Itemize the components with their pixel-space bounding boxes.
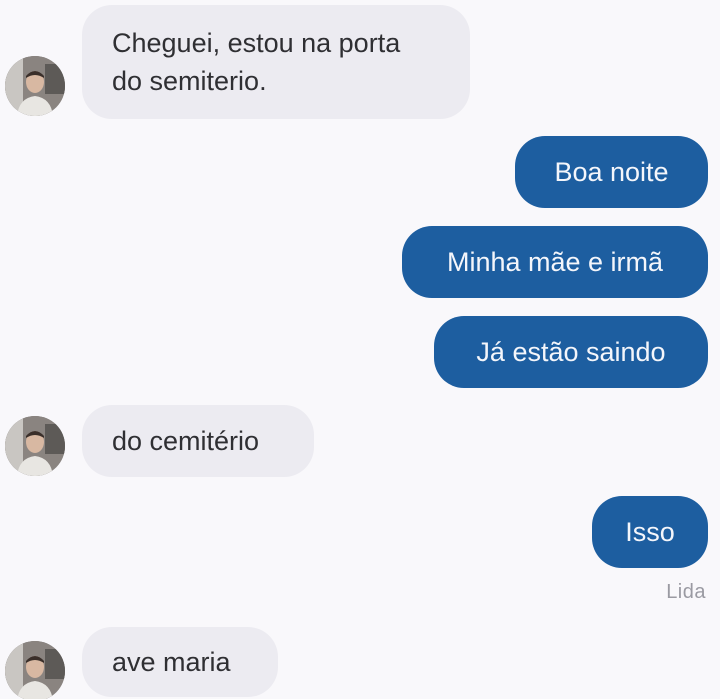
message-bubble-incoming[interactable]: do cemitério: [82, 405, 314, 477]
read-status: Lida: [666, 581, 706, 603]
message-bubble-outgoing[interactable]: Isso: [592, 496, 708, 568]
message-bubble-outgoing[interactable]: Minha mãe e irmã: [402, 226, 708, 298]
message-bubble-incoming[interactable]: ave maria: [82, 627, 278, 697]
person-icon: [5, 56, 65, 116]
message-bubble-outgoing[interactable]: Boa noite: [515, 136, 708, 208]
person-icon: [5, 416, 65, 476]
contact-avatar[interactable]: [5, 56, 65, 116]
chat-thread: Cheguei, estou na porta do semiterio. Bo…: [0, 0, 720, 699]
contact-avatar[interactable]: [5, 641, 65, 699]
person-icon: [5, 641, 65, 699]
contact-avatar[interactable]: [5, 416, 65, 476]
message-bubble-outgoing[interactable]: Já estão saindo: [434, 316, 708, 388]
message-bubble-incoming[interactable]: Cheguei, estou na porta do semiterio.: [82, 5, 470, 119]
